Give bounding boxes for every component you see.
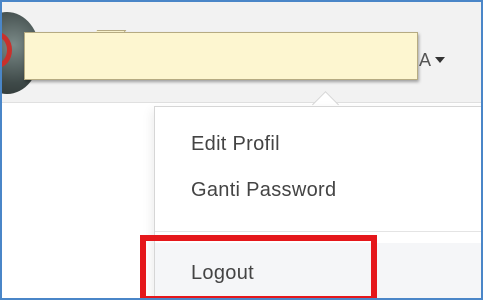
user-dropdown-menu: Edit Profil Ganti Password Logout xyxy=(154,106,481,298)
menu-item-edit-profil[interactable]: Edit Profil xyxy=(191,133,280,156)
caret-down-icon[interactable] xyxy=(435,57,445,63)
menu-item-ganti-password[interactable]: Ganti Password xyxy=(191,179,336,202)
avatar-badge xyxy=(2,32,12,68)
redaction-callout xyxy=(24,32,418,80)
menu-divider xyxy=(155,231,481,232)
menu-item-logout[interactable]: Logout xyxy=(191,262,254,285)
screenshot-frame: A Edit Profil Ganti Password Logout xyxy=(0,0,483,300)
user-name[interactable]: A xyxy=(419,50,431,71)
